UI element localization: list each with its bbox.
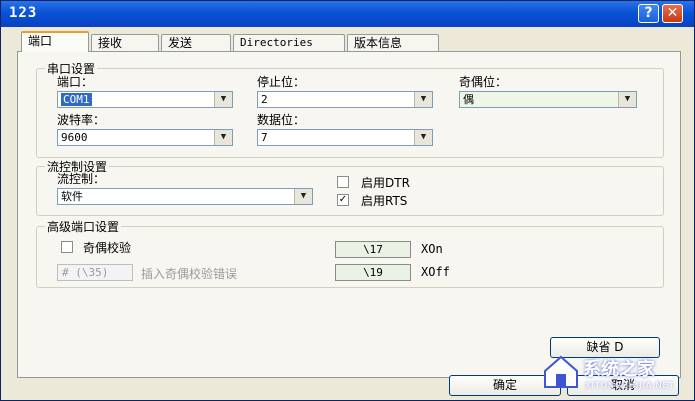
port-label: 端口： [57,75,94,89]
dtr-label: 启用DTR [361,176,410,190]
error-char-input: # (\35) [57,264,133,281]
chevron-down-icon[interactable]: ▼ [414,92,432,107]
tab-version-info[interactable]: 版本信息 [347,34,439,51]
flow-control-group: 流控制设置 流控制： 软件 ▼ 启用DTR ✓ 启用RTS [36,158,664,216]
watermark: 系统之家 XITONGZHIJIA.NET [541,349,691,399]
watermark-text: 系统之家 [583,359,655,380]
chevron-down-icon[interactable]: ▼ [214,130,232,145]
xon-label: XOn [421,242,443,256]
help-icon: ? [644,5,653,21]
advanced-settings-group: 高级端口设置 奇偶校验 # (\35) 插入奇偶校验错误 \17 XOn \19… [36,218,664,288]
baud-label: 波特率： [57,113,106,127]
help-button[interactable]: ? [638,4,659,23]
stop-bits-value: 2 [261,93,268,106]
chevron-down-icon[interactable]: ▼ [618,92,636,107]
xoff-label: XOff [421,265,450,279]
advanced-settings-legend: 高级端口设置 [45,218,122,235]
dialog-window: 123 ? ✕ 端口 接收 发送 Directories 版本信息 串口设置 端… [0,0,695,401]
window-title: 123 [9,5,38,21]
parity-label: 奇偶位： [459,75,508,89]
chevron-down-icon[interactable]: ▼ [414,130,432,145]
rts-label: 启用RTS [361,194,408,208]
parity-value: 偶 [463,93,474,106]
xon-input[interactable]: \17 [335,241,411,258]
stop-bits-label: 停止位： [257,75,306,89]
tab-directories[interactable]: Directories [233,34,345,51]
house-logo-icon [544,355,578,388]
chevron-down-icon[interactable]: ▼ [214,92,232,107]
check-icon: ✓ [338,194,348,205]
flow-control-label: 流控制： [57,172,106,186]
data-bits-select[interactable]: 7 ▼ [257,129,433,146]
tab-receive[interactable]: 接收 [91,34,159,51]
error-char-label: 插入奇偶校验错误 [141,267,238,281]
tab-panel: 串口设置 端口： COM1 ▼ 停止位： 2 ▼ 奇偶位： 偶 ▼ 波特率： 9… [17,51,681,378]
dtr-checkbox[interactable] [337,176,349,188]
parity-select[interactable]: 偶 ▼ [459,91,637,108]
data-bits-value: 7 [261,131,268,144]
watermark-url: XITONGZHIJIA.NET [585,381,675,390]
tab-port[interactable]: 端口 [21,31,89,52]
baud-value: 9600 [61,131,88,144]
rts-checkbox[interactable]: ✓ [337,194,349,206]
serial-settings-group: 串口设置 端口： COM1 ▼ 停止位： 2 ▼ 奇偶位： 偶 ▼ 波特率： 9… [36,60,664,158]
chevron-down-icon[interactable]: ▼ [294,189,312,204]
flow-control-select[interactable]: 软件 ▼ [57,188,313,205]
baud-select[interactable]: 9600 ▼ [57,129,233,146]
port-value: COM1 [61,93,92,106]
close-button[interactable]: ✕ [662,4,683,23]
xoff-input[interactable]: \19 [335,264,411,281]
data-bits-label: 数据位： [257,113,306,127]
title-bar[interactable]: 123 ? ✕ [1,1,694,27]
parity-check-checkbox[interactable] [61,241,73,253]
flow-control-value: 软件 [61,190,83,203]
tab-send[interactable]: 发送 [161,34,231,51]
close-icon: ✕ [666,5,679,21]
parity-check-label: 奇偶校验 [83,241,132,255]
port-select[interactable]: COM1 ▼ [57,91,233,108]
stop-bits-select[interactable]: 2 ▼ [257,91,433,108]
